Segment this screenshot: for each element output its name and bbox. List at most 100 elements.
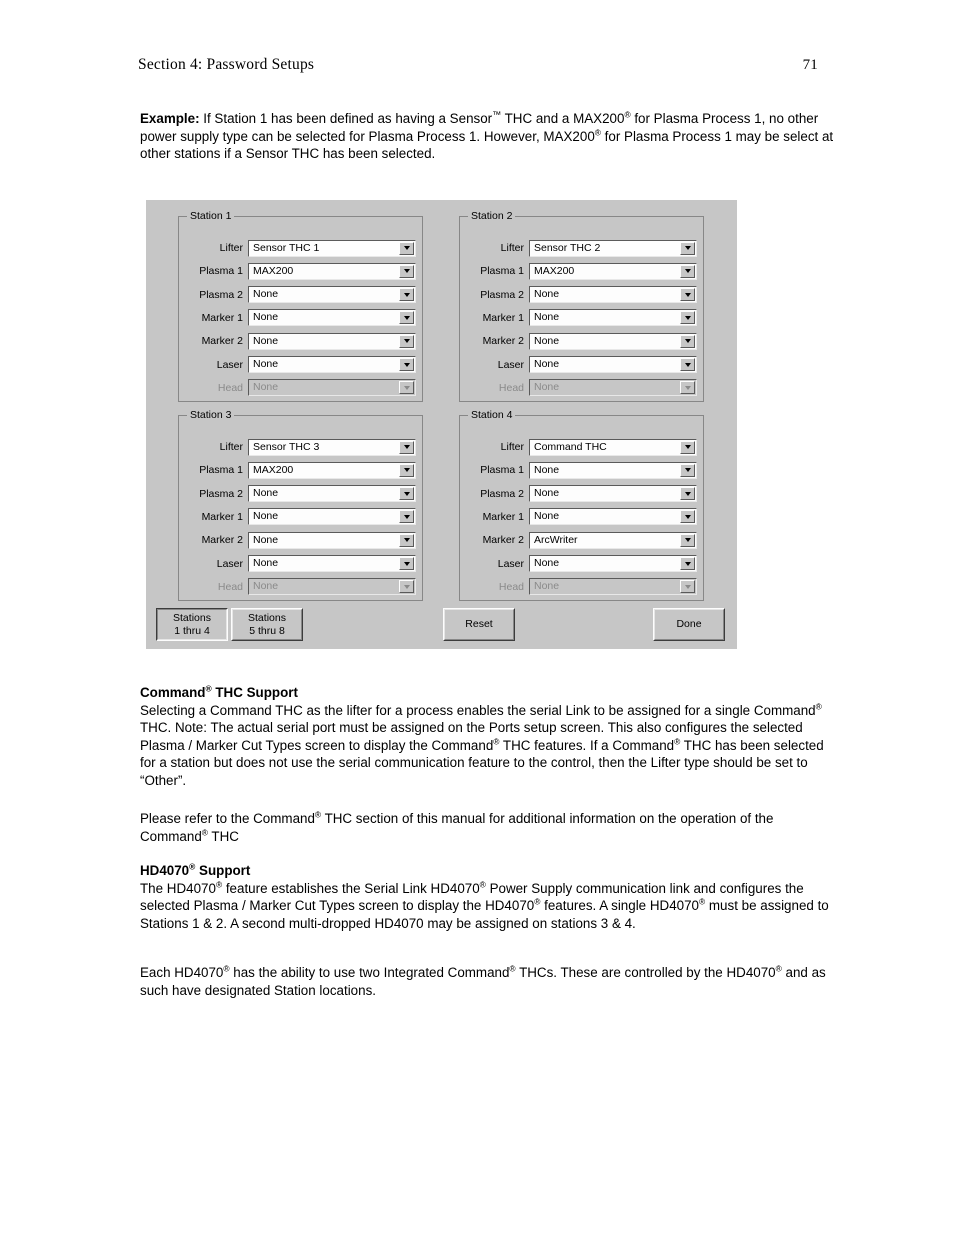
field-row: Plasma 1 MAX200 bbox=[466, 262, 699, 280]
chevron-down-icon[interactable] bbox=[399, 557, 414, 570]
field-label: Lifter bbox=[219, 441, 243, 453]
chevron-down-icon[interactable] bbox=[399, 241, 414, 255]
chevron-down-glyph bbox=[403, 538, 410, 543]
field-label: Plasma 2 bbox=[480, 487, 524, 500]
combobox-value: None bbox=[253, 358, 279, 370]
groupbox-title: Station 1 bbox=[187, 211, 235, 222]
field-label: Marker 1 bbox=[201, 311, 243, 324]
refer-paragraph: Please refer to the Command® THC section… bbox=[140, 810, 842, 845]
chevron-down-icon[interactable] bbox=[680, 311, 695, 325]
chevron-down-icon[interactable] bbox=[680, 440, 695, 454]
chevron-down-icon bbox=[680, 381, 695, 395]
combobox-value: None bbox=[253, 510, 279, 523]
combobox-laser[interactable]: None bbox=[248, 555, 416, 572]
field-label: Head bbox=[217, 580, 243, 593]
registered-symbol: ® bbox=[815, 701, 822, 712]
field-row: Plasma 2 None bbox=[185, 485, 418, 503]
section-title: Section 4: Password Setups bbox=[138, 56, 315, 73]
field-row: Marker 1 None bbox=[466, 309, 699, 327]
line: THC bbox=[207, 828, 239, 844]
chevron-down-icon[interactable] bbox=[399, 311, 414, 325]
line: The HD4070 bbox=[140, 880, 216, 896]
line: Each HD4070 bbox=[140, 965, 224, 980]
stations-1-thru-4-button[interactable]: Stations 1 thru 4 bbox=[156, 608, 228, 641]
field-row: Laser None bbox=[185, 356, 418, 374]
chevron-down-icon[interactable] bbox=[680, 463, 695, 477]
combobox-marker-1[interactable]: None bbox=[248, 309, 416, 327]
combobox-laser[interactable]: None bbox=[529, 356, 697, 373]
line: THCs. These are controlled by the bbox=[515, 965, 723, 980]
combobox-plasma-1[interactable]: None bbox=[529, 461, 697, 479]
chevron-down-glyph bbox=[403, 491, 410, 496]
chevron-down-icon[interactable] bbox=[680, 533, 695, 547]
field-label: Head bbox=[498, 580, 524, 593]
combobox-value: None bbox=[534, 288, 560, 301]
station-setup-dialog: Station 1 Lifter Sensor THC 1 Plasma 1 MAX2… bbox=[146, 200, 737, 649]
chevron-down-icon[interactable] bbox=[399, 358, 414, 371]
combobox-marker-1[interactable]: None bbox=[248, 508, 416, 526]
field-label: Plasma 2 bbox=[480, 288, 524, 301]
hd4070-heading: HD4070® Support bbox=[140, 862, 842, 880]
chevron-down-icon[interactable] bbox=[680, 241, 695, 255]
chevron-down-icon[interactable] bbox=[680, 510, 695, 524]
combobox-plasma-2[interactable]: None bbox=[529, 485, 697, 503]
combobox-laser[interactable]: None bbox=[248, 356, 416, 373]
combobox-value: MAX200 bbox=[534, 264, 575, 277]
combobox-value: MAX200 bbox=[253, 264, 294, 277]
combobox-value: None bbox=[253, 487, 279, 500]
field-row: Laser None bbox=[466, 356, 699, 374]
field-label: Lifter bbox=[219, 242, 243, 254]
field-row: Lifter Sensor THC 1 bbox=[185, 239, 418, 257]
combobox-marker-2[interactable]: None bbox=[248, 531, 416, 549]
combobox-lifter[interactable]: Command THC bbox=[529, 438, 697, 456]
chevron-down-icon[interactable] bbox=[680, 487, 695, 501]
field-label: Lifter bbox=[500, 441, 524, 453]
chevron-down-glyph bbox=[403, 246, 410, 250]
combobox-marker-1[interactable]: None bbox=[529, 309, 697, 327]
reset-button[interactable]: Reset bbox=[443, 608, 515, 641]
combobox-marker-2[interactable]: ArcWriter bbox=[529, 531, 697, 549]
combobox-lifter[interactable]: Sensor THC 1 bbox=[248, 239, 416, 257]
chevron-down-icon[interactable] bbox=[399, 487, 414, 501]
combobox-laser[interactable]: None bbox=[529, 555, 697, 572]
combobox-plasma-2[interactable]: None bbox=[248, 485, 416, 503]
field-row: Marker 1 None bbox=[185, 508, 418, 526]
groupbox-title: Station 4 bbox=[468, 410, 516, 421]
combobox-marker-2[interactable]: None bbox=[529, 332, 697, 350]
chevron-down-icon[interactable] bbox=[399, 334, 414, 348]
combobox-plasma-1[interactable]: MAX200 bbox=[248, 262, 416, 280]
chevron-down-icon[interactable] bbox=[680, 334, 695, 348]
heading-text-b: THC Support bbox=[211, 685, 298, 700]
combobox-plasma-2[interactable]: None bbox=[529, 286, 697, 304]
combobox-lifter[interactable]: Sensor THC 3 bbox=[248, 438, 416, 456]
chevron-down-icon[interactable] bbox=[680, 264, 695, 278]
line: HD4070 bbox=[649, 898, 699, 914]
chevron-down-icon[interactable] bbox=[399, 463, 414, 477]
example-line1-a: If Station 1 has been defined as having … bbox=[199, 111, 493, 126]
combobox-marker-2[interactable]: None bbox=[248, 332, 416, 350]
combobox-value: None bbox=[534, 487, 560, 500]
line: Please refer to the Command bbox=[140, 811, 315, 826]
stations-5-thru-8-button[interactable]: Stations 5 thru 8 bbox=[231, 608, 303, 641]
chevron-down-icon[interactable] bbox=[399, 510, 414, 524]
chevron-down-glyph bbox=[403, 339, 410, 344]
heading-text-a: Command bbox=[140, 685, 206, 700]
done-button[interactable]: Done bbox=[653, 608, 725, 641]
chevron-down-icon[interactable] bbox=[399, 533, 414, 547]
chevron-down-icon[interactable] bbox=[399, 440, 414, 454]
combobox-plasma-1[interactable]: MAX200 bbox=[248, 461, 416, 479]
chevron-down-glyph bbox=[403, 269, 410, 274]
chevron-down-icon[interactable] bbox=[680, 358, 695, 371]
chevron-down-icon[interactable] bbox=[680, 557, 695, 570]
combobox-plasma-2[interactable]: None bbox=[248, 286, 416, 304]
field-label: Marker 1 bbox=[201, 510, 243, 523]
combobox-lifter[interactable]: Sensor THC 2 bbox=[529, 239, 697, 257]
combobox-plasma-1[interactable]: MAX200 bbox=[529, 262, 697, 280]
combobox-value: None bbox=[253, 334, 279, 347]
combobox-marker-1[interactable]: None bbox=[529, 508, 697, 526]
chevron-down-icon[interactable] bbox=[680, 288, 695, 302]
chevron-down-icon[interactable] bbox=[399, 264, 414, 278]
combobox-value: None bbox=[534, 463, 560, 476]
chevron-down-icon[interactable] bbox=[399, 288, 414, 302]
combobox-value: None bbox=[534, 334, 560, 347]
